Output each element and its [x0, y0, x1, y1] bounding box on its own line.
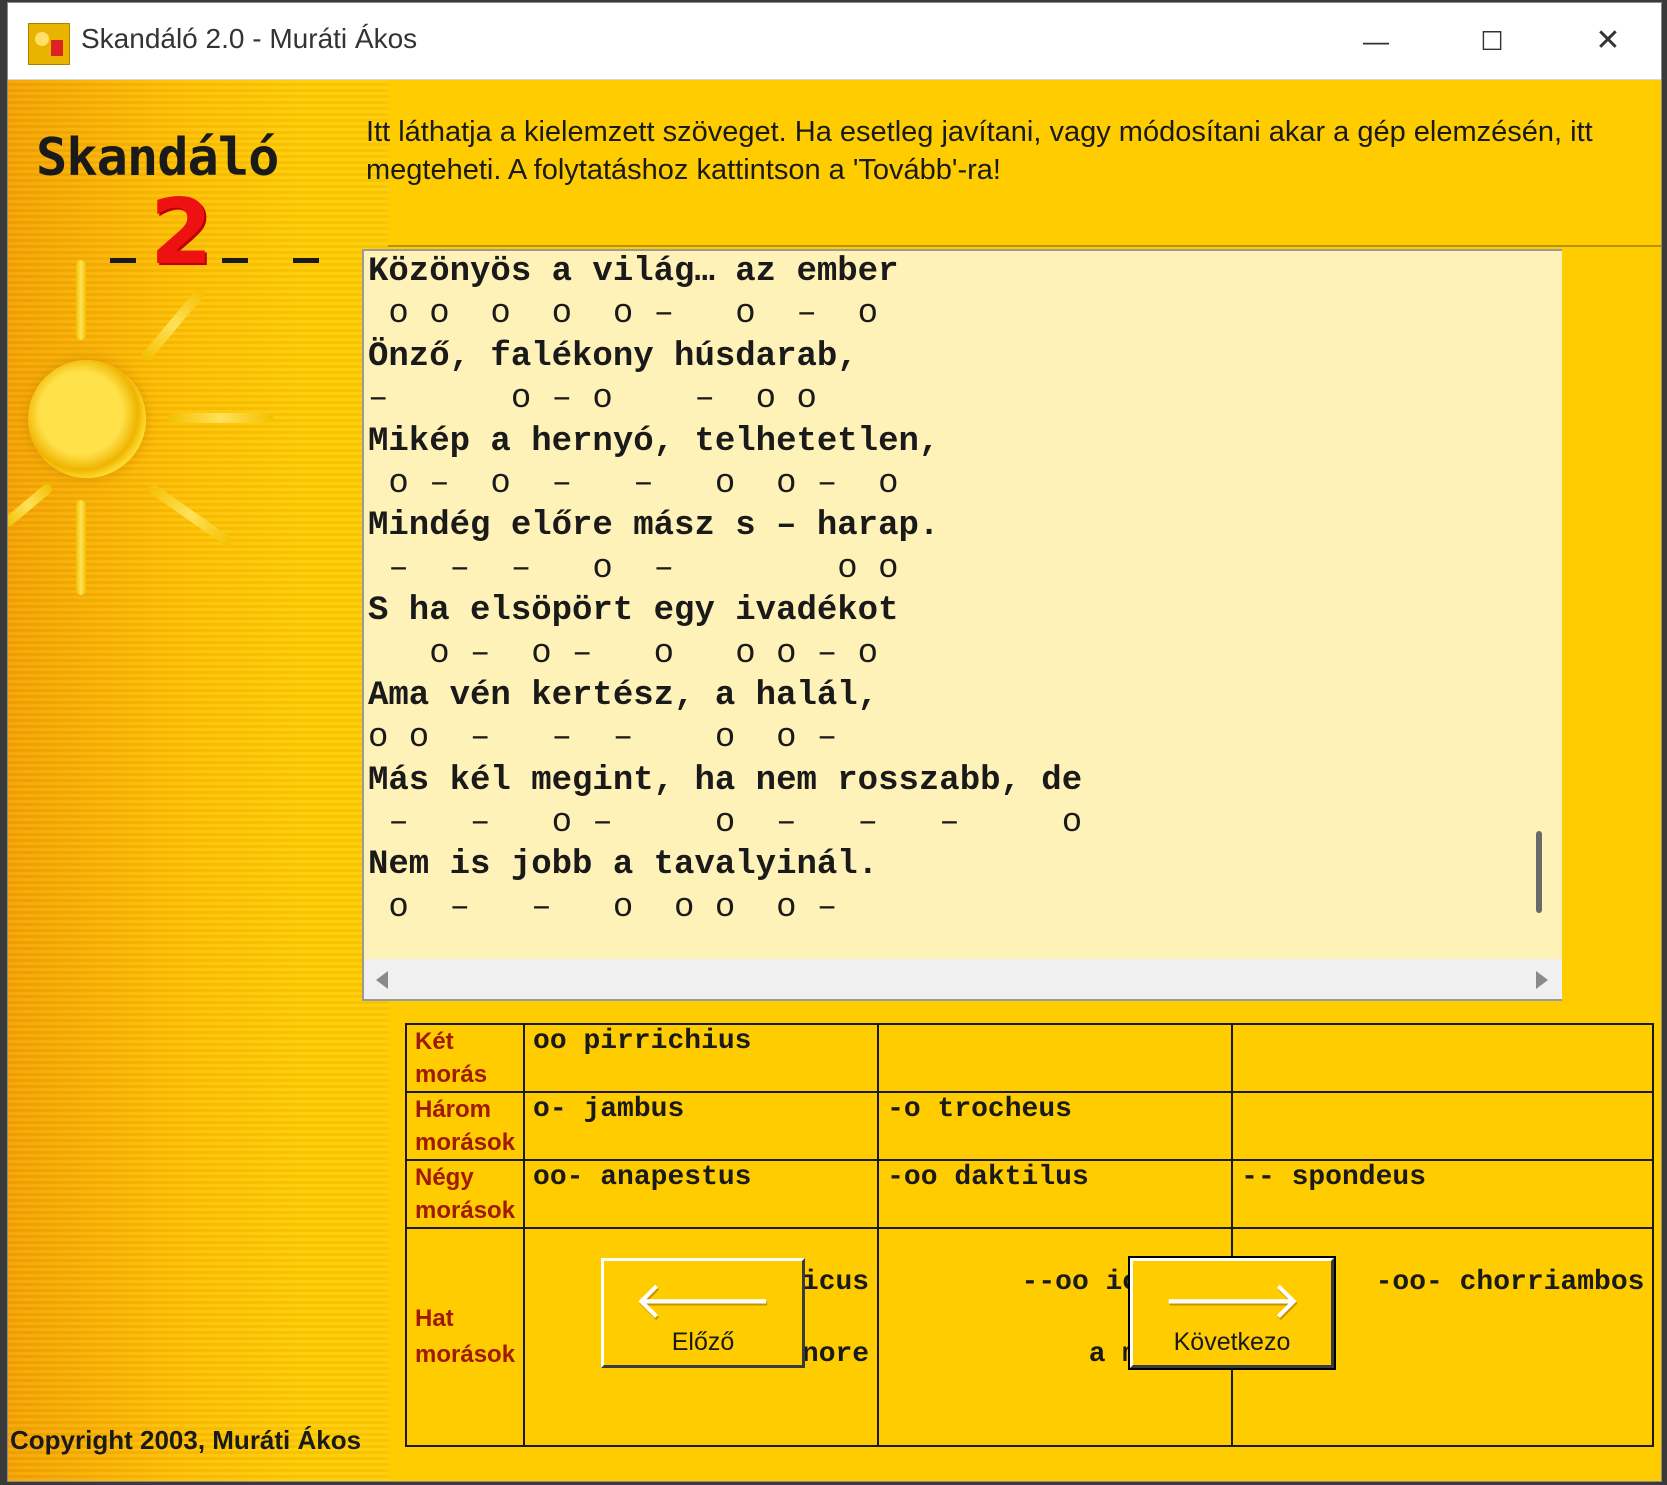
sun-ray [168, 413, 273, 423]
instructions-text: Itt láthatja a kielemzett szöveget. Ha e… [366, 116, 1593, 186]
scroll-left-icon[interactable] [376, 971, 388, 989]
header-divider [388, 245, 1661, 247]
legend-category: Négy morások [404, 1159, 526, 1229]
app-window: Skandáló 2.0 - Muráti Ákos — ☐ ✕ Skandál… [7, 2, 1662, 1482]
logo-dash [293, 258, 319, 263]
verse-line[interactable]: Mikép a hernyó, telhetetlen, [364, 421, 1562, 463]
sun-graphic [28, 360, 146, 478]
meter-line[interactable]: o o o o o – o – o [364, 293, 1562, 335]
meter-line[interactable]: o – – o o o o – [364, 887, 1562, 929]
legend-foot: oo pirrichius [523, 1023, 880, 1093]
horizontal-scrollbar[interactable] [364, 959, 1562, 999]
app-icon [28, 23, 70, 65]
previous-button[interactable]: 🡐 Előző [601, 1258, 805, 1368]
verse-line[interactable]: Mindég előre mász s – harap. [364, 505, 1562, 547]
arrow-left-icon: 🡐 [633, 1272, 773, 1330]
legend-foot: -o trocheus [877, 1091, 1234, 1161]
metric-feet-legend: Két morás oo pirrichius Három morások o-… [404, 1023, 1655, 1447]
sun-ray [146, 482, 234, 548]
verse-line[interactable]: Közönyös a világ… az ember [364, 251, 1562, 293]
logo-number: 2 [150, 180, 213, 285]
legend-foot [877, 1023, 1234, 1093]
scroll-right-icon[interactable] [1536, 971, 1548, 989]
meter-line[interactable]: – – – o – o o [364, 548, 1562, 590]
legend-foot: oo- anapestus [523, 1159, 880, 1229]
window-title: Skandáló 2.0 - Muráti Ákos [81, 23, 418, 54]
sun-ray [140, 287, 206, 363]
vertical-scrollbar-thumb[interactable] [1536, 831, 1542, 913]
sidebar: Skandáló 2 Copyright 2003, Muráti Ákos [8, 80, 388, 1481]
sun-ray [8, 481, 55, 529]
logo-dash [110, 258, 136, 263]
meter-line[interactable]: o o – – – o o – [364, 717, 1562, 759]
verse-line[interactable]: Önző, falékony húsdarab, [364, 336, 1562, 378]
legend-row: Hat morások oo-- ionicus a minore --oo i… [404, 1227, 1655, 1447]
legend-foot: -- spondeus [1231, 1159, 1655, 1229]
legend-foot-line1: -oo- chorriambos [1375, 1267, 1645, 1298]
legend-foot: o- jambus [523, 1091, 880, 1161]
meter-line[interactable]: o – o – o o o – o [364, 633, 1562, 675]
copyright-text: Copyright 2003, Muráti Ákos [10, 1425, 362, 1455]
next-button-label: Következo [1173, 1328, 1291, 1356]
legend-category: Három morások [404, 1091, 526, 1161]
legend-category: Hat morások [404, 1227, 526, 1447]
next-button[interactable]: 🡒 Következo [1130, 1258, 1334, 1368]
legend-row: Két morás oo pirrichius [404, 1023, 1655, 1093]
verse-line[interactable]: Más kél megint, ha nem rosszabb, de [364, 760, 1562, 802]
minimize-button[interactable]: — [1348, 17, 1404, 65]
sun-ray [76, 260, 86, 340]
arrow-right-icon: 🡒 [1162, 1272, 1302, 1330]
legend-foot: -oo daktilus [877, 1159, 1234, 1229]
sun-ray [76, 500, 86, 595]
legend-row: Négy morások oo- anapestus -oo daktilus … [404, 1159, 1655, 1229]
close-button[interactable]: ✕ [1580, 17, 1636, 65]
legend-category: Két morás [404, 1023, 526, 1093]
legend-foot [1231, 1023, 1655, 1093]
meter-line[interactable]: o – o – – o o – o [364, 463, 1562, 505]
previous-button-label: Előző [671, 1328, 735, 1356]
legend-row: Három morások o- jambus -o trocheus [404, 1091, 1655, 1161]
verse-line[interactable]: Nem is jobb a tavalyinál. [364, 844, 1562, 886]
meter-line[interactable]: – – o – o – – – o [364, 802, 1562, 844]
logo-text: Skandáló [36, 128, 279, 188]
legend-foot [1231, 1091, 1655, 1161]
title-bar[interactable]: Skandáló 2.0 - Muráti Ákos — ☐ ✕ [8, 3, 1661, 80]
maximize-button[interactable]: ☐ [1464, 17, 1520, 65]
verse-line[interactable]: S ha elsöpört egy ivadékot [364, 590, 1562, 632]
meter-line[interactable]: – o – o – o o [364, 378, 1562, 420]
analysis-text-area[interactable]: Közönyös a világ… az ember o o o o o – o… [362, 249, 1562, 1001]
verse-line[interactable]: Ama vén kertész, a halál, [364, 675, 1562, 717]
logo-dash [222, 258, 248, 263]
